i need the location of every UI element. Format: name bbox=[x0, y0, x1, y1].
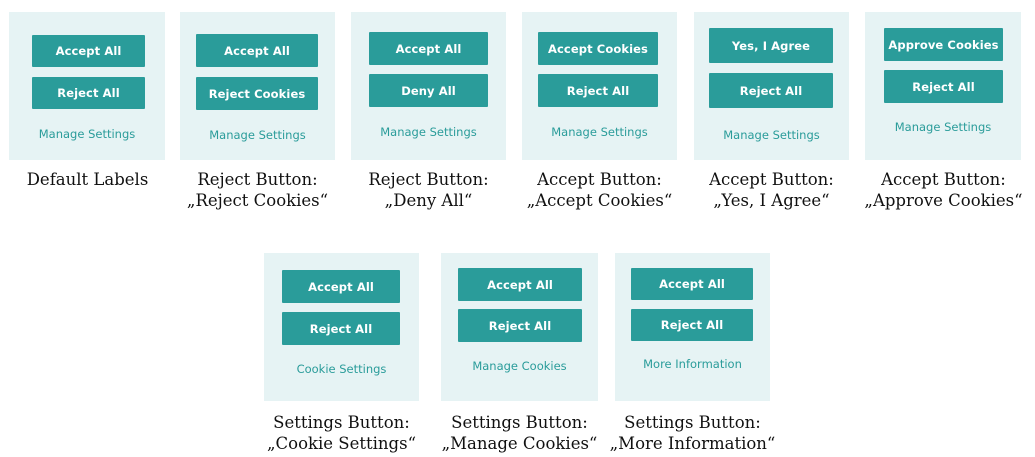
caption-line-2: „Deny All“ bbox=[384, 191, 473, 210]
reject-button[interactable]: Reject All bbox=[884, 70, 1003, 103]
accept-button[interactable]: Accept All bbox=[631, 268, 753, 300]
variant-caption: Settings Button: „Cookie Settings“ bbox=[254, 412, 429, 454]
reject-button[interactable]: Reject All bbox=[709, 73, 833, 108]
caption-line-2: „More Information“ bbox=[609, 434, 776, 453]
caption-line-1: Reject Button: bbox=[368, 170, 489, 189]
settings-link[interactable]: Manage Settings bbox=[522, 125, 677, 139]
settings-link[interactable]: Manage Settings bbox=[9, 127, 165, 141]
variant-caption: Settings Button: „More Information“ bbox=[605, 412, 780, 454]
accept-button[interactable]: Yes, I Agree bbox=[709, 28, 833, 63]
settings-link[interactable]: Manage Cookies bbox=[441, 359, 598, 373]
caption-line-1: Settings Button: bbox=[451, 413, 588, 432]
caption-line-1: Accept Button: bbox=[709, 170, 834, 189]
settings-link[interactable]: Cookie Settings bbox=[264, 362, 419, 376]
variant-caption: Reject Button: „Reject Cookies“ bbox=[170, 169, 345, 211]
settings-link[interactable]: Manage Settings bbox=[351, 125, 506, 139]
variant-caption: Settings Button: „Manage Cookies“ bbox=[432, 412, 607, 454]
cookie-banner-variant-cookie-settings: Accept All Reject All Cookie Settings bbox=[264, 253, 419, 401]
caption-line-1: Accept Button: bbox=[537, 170, 662, 189]
accept-button[interactable]: Accept All bbox=[282, 270, 400, 303]
cookie-banner-variant-more-information: Accept All Reject All More Information bbox=[615, 253, 770, 401]
variant-caption: Accept Button: „Yes, I Agree“ bbox=[684, 169, 859, 211]
cookie-banner-variant-manage-cookies: Accept All Reject All Manage Cookies bbox=[441, 253, 598, 401]
settings-link[interactable]: Manage Settings bbox=[694, 128, 849, 142]
reject-button[interactable]: Reject All bbox=[458, 309, 582, 342]
settings-link[interactable]: Manage Settings bbox=[865, 120, 1021, 134]
settings-link[interactable]: More Information bbox=[615, 357, 770, 371]
caption-line-2: „Yes, I Agree“ bbox=[713, 191, 830, 210]
variant-caption: Reject Button: „Deny All“ bbox=[341, 169, 516, 211]
accept-button[interactable]: Accept All bbox=[196, 34, 318, 67]
cookie-banner-variant-accept-cookies: Accept Cookies Reject All Manage Setting… bbox=[522, 12, 677, 160]
variant-caption: Accept Button: „Approve Cookies“ bbox=[856, 169, 1031, 211]
caption-line-2: „Accept Cookies“ bbox=[526, 191, 673, 210]
caption-line-2: „Reject Cookies“ bbox=[186, 191, 329, 210]
variant-caption: Default Labels bbox=[0, 169, 175, 190]
reject-button[interactable]: Reject All bbox=[282, 312, 400, 345]
caption-line-2: „Approve Cookies“ bbox=[864, 191, 1023, 210]
reject-button[interactable]: Reject All bbox=[32, 77, 145, 109]
cookie-banner-variant-approve-cookies: Approve Cookies Reject All Manage Settin… bbox=[865, 12, 1021, 160]
reject-button[interactable]: Reject All bbox=[538, 74, 658, 107]
caption-line-2: „Manage Cookies“ bbox=[441, 434, 598, 453]
accept-button[interactable]: Accept All bbox=[32, 35, 145, 67]
caption-line-1: Reject Button: bbox=[197, 170, 318, 189]
reject-button[interactable]: Deny All bbox=[369, 74, 488, 107]
caption-line-1: Accept Button: bbox=[881, 170, 1006, 189]
cookie-banner-variant-reject-cookies: Accept All Reject Cookies Manage Setting… bbox=[180, 12, 335, 160]
caption-line-2: „Cookie Settings“ bbox=[266, 434, 417, 453]
variant-caption: Accept Button: „Accept Cookies“ bbox=[512, 169, 687, 211]
accept-button[interactable]: Approve Cookies bbox=[884, 28, 1003, 61]
caption-line-1: Settings Button: bbox=[624, 413, 761, 432]
accept-button[interactable]: Accept Cookies bbox=[538, 32, 658, 65]
accept-button[interactable]: Accept All bbox=[369, 32, 488, 65]
cookie-banner-variant-default: Accept All Reject All Manage Settings bbox=[9, 12, 165, 160]
accept-button[interactable]: Accept All bbox=[458, 268, 582, 301]
caption-line-1: Default Labels bbox=[26, 170, 149, 189]
cookie-banner-variant-deny-all: Accept All Deny All Manage Settings bbox=[351, 12, 506, 160]
reject-button[interactable]: Reject All bbox=[631, 309, 753, 341]
reject-button[interactable]: Reject Cookies bbox=[196, 77, 318, 110]
settings-link[interactable]: Manage Settings bbox=[180, 128, 335, 142]
caption-line-1: Settings Button: bbox=[273, 413, 410, 432]
cookie-banner-variant-yes-i-agree: Yes, I Agree Reject All Manage Settings bbox=[694, 12, 849, 160]
